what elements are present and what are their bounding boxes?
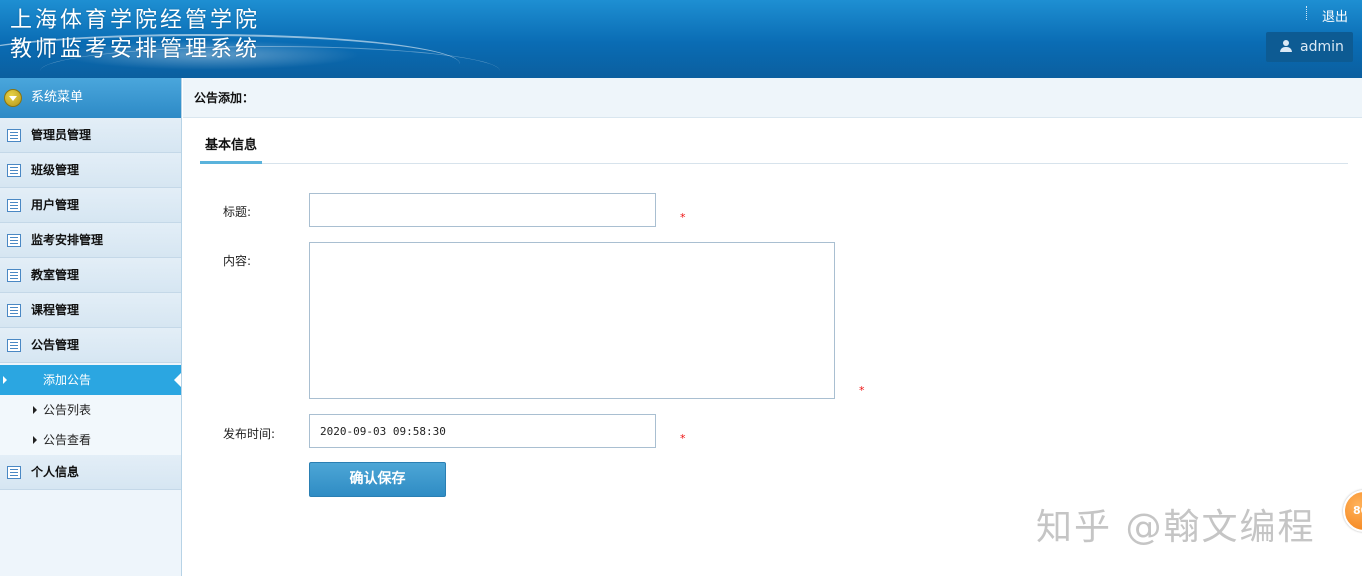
caret-right-icon <box>33 436 37 444</box>
title-input[interactable] <box>309 193 656 227</box>
required-mark: * <box>859 384 865 397</box>
sidebar-item-label: 公告管理 <box>31 338 80 352</box>
sidebar-item-notice[interactable]: 公告管理 <box>0 328 181 363</box>
save-button[interactable]: 确认保存 <box>309 462 446 497</box>
sidebar: 系统菜单 管理员管理 班级管理 用户管理 监考安排管理 教室管理 课程管理 公告… <box>0 78 182 576</box>
list-icon <box>7 129 21 142</box>
sidebar-item-invigilation[interactable]: 监考安排管理 <box>0 223 181 258</box>
username: admin <box>1300 39 1344 55</box>
sidebar-item-user[interactable]: 用户管理 <box>0 188 181 223</box>
divider <box>1306 6 1307 20</box>
floating-badge[interactable]: 80 <box>1343 490 1362 532</box>
sidebar-subitem-label: 公告查看 <box>43 433 92 447</box>
logout-link[interactable]: 退出 <box>1322 6 1348 25</box>
content-label: 内容: <box>223 254 252 268</box>
caret-right-icon <box>33 406 37 414</box>
sidebar-item-class[interactable]: 班级管理 <box>0 153 181 188</box>
required-mark: * <box>680 432 686 445</box>
system-title: 上海体育学院经管学院 教师监考安排管理系统 <box>10 6 260 64</box>
system-title-line1: 上海体育学院经管学院 <box>10 8 261 33</box>
sidebar-item-label: 管理员管理 <box>31 128 92 142</box>
sidebar-item-label: 班级管理 <box>31 163 80 177</box>
list-icon <box>7 199 21 212</box>
sidebar-subitem-add-notice[interactable]: 添加公告 <box>0 365 181 395</box>
caret-right-icon <box>3 376 7 384</box>
chevron-down-icon <box>4 89 22 107</box>
list-icon <box>7 304 21 317</box>
list-icon <box>7 234 21 247</box>
breadcrumb: 公告添加： <box>183 78 1362 118</box>
system-title-line2: 教师监考安排管理系统 <box>10 37 261 62</box>
sidebar-item-label: 课程管理 <box>31 303 80 317</box>
tab-bar: 基本信息 <box>200 132 1348 164</box>
sidebar-item-label: 个人信息 <box>31 465 80 479</box>
required-mark: * <box>680 211 686 224</box>
sidebar-item-profile[interactable]: 个人信息 <box>0 455 181 490</box>
tab-basic-info[interactable]: 基本信息 <box>200 132 262 164</box>
list-icon <box>7 164 21 177</box>
sidebar-item-label: 监考安排管理 <box>31 233 104 247</box>
sidebar-subitem-label: 添加公告 <box>43 373 92 387</box>
sidebar-header[interactable]: 系统菜单 <box>0 78 181 118</box>
publish-time-label: 发布时间: <box>223 427 276 441</box>
app-header: 上海体育学院经管学院 教师监考安排管理系统 退出 admin <box>0 0 1362 78</box>
sidebar-header-label: 系统菜单 <box>31 90 84 105</box>
watermark: 知乎 @翰文编程 <box>1036 507 1316 548</box>
user-icon <box>1280 40 1292 52</box>
sidebar-item-label: 教室管理 <box>31 268 80 282</box>
publish-time-input[interactable] <box>309 414 656 448</box>
sidebar-item-course[interactable]: 课程管理 <box>0 293 181 328</box>
sidebar-subitem-notice-list[interactable]: 公告列表 <box>0 395 181 425</box>
sidebar-item-admin[interactable]: 管理员管理 <box>0 118 181 153</box>
list-icon <box>7 339 21 352</box>
sidebar-item-label: 用户管理 <box>31 198 80 212</box>
sidebar-subitem-label: 公告列表 <box>43 403 92 417</box>
current-user[interactable]: admin <box>1266 32 1353 62</box>
title-label: 标题: <box>223 205 252 219</box>
sidebar-subitem-notice-view[interactable]: 公告查看 <box>0 425 181 455</box>
list-icon <box>7 466 21 479</box>
sidebar-item-classroom[interactable]: 教室管理 <box>0 258 181 293</box>
list-icon <box>7 269 21 282</box>
content-textarea[interactable] <box>309 242 835 399</box>
